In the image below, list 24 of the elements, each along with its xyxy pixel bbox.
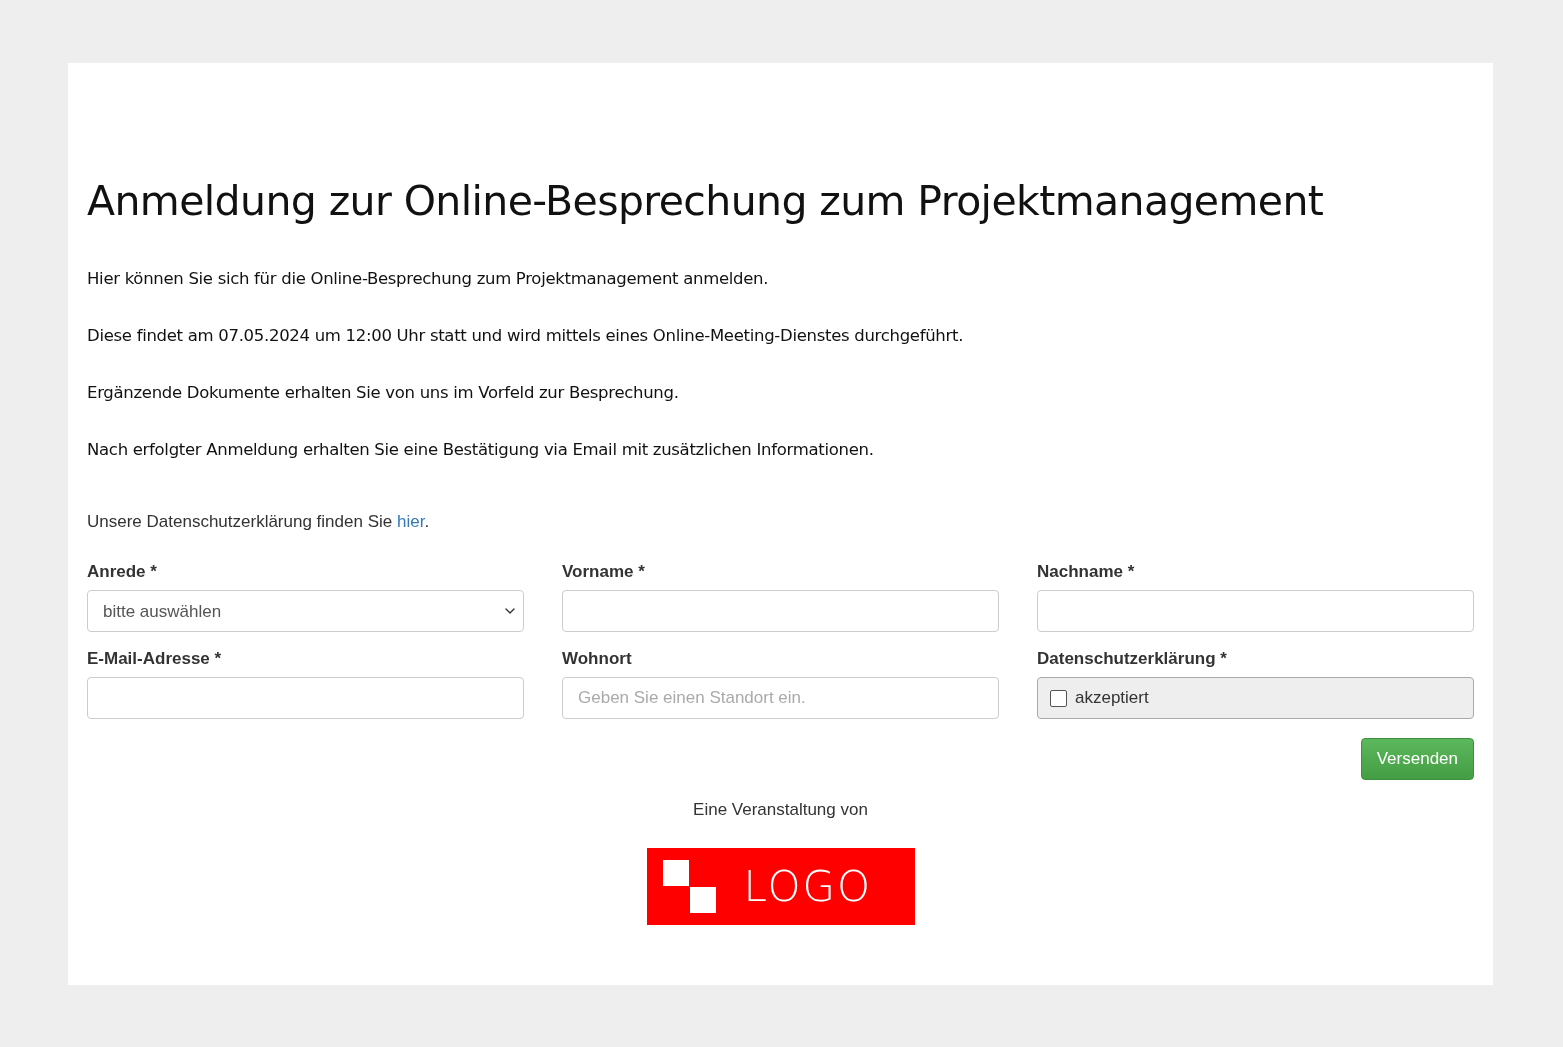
logo-text: LOGO	[743, 862, 873, 911]
paragraph: Hier können Sie sich für die Online-Besprechung zum Projektmanagement anmelden.	[87, 268, 770, 290]
text-field[interactable]	[87, 677, 524, 719]
text-field[interactable]: Geben Sie einen Standort ein.	[562, 677, 999, 719]
text-field[interactable]	[562, 590, 999, 632]
dropdown-field[interactable]: bitte auswählen	[87, 590, 524, 632]
field-label: Anrede *	[87, 561, 158, 583]
field-label: Datenschutzerklärung *	[1037, 648, 1228, 670]
field-label: Nachname *	[1037, 561, 1136, 583]
privacy-note: Unsere Datenschutzerklärung finden Sie hier.	[87, 511, 431, 533]
paragraph: Ergänzende Dokumente erhalten Sie von uns im Vorfeld zur Besprechung.	[87, 382, 680, 404]
field-label: Wohnort	[562, 648, 633, 670]
text-field[interactable]	[1037, 590, 1474, 632]
paragraph: Diese findet am 07.05.2024 um 12:00 Uhr statt und wird mittels eines Online-Meeting-Dienstes durchgeführt.	[87, 325, 965, 347]
footer-text: Eine Veranstaltung von	[693, 800, 868, 820]
submit-button[interactable]: Versenden	[1360, 738, 1474, 780]
squares-icon	[662, 860, 716, 913]
page-title: Anmeldung zur Online-Besprechung zum Projektmanagement	[87, 176, 1325, 227]
field-label: Vorname *	[562, 561, 646, 583]
paragraph: Nach erfolgter Anmeldung erhalten Sie eine Bestätigung via Email mit zusätzlichen Informationen.	[87, 439, 875, 461]
checkbox[interactable]	[1050, 689, 1067, 707]
privacy-link[interactable]: hier	[396, 512, 425, 531]
field-label: E-Mail-Adresse *	[87, 648, 223, 670]
checkbox-label: akzeptiert	[1075, 688, 1149, 708]
